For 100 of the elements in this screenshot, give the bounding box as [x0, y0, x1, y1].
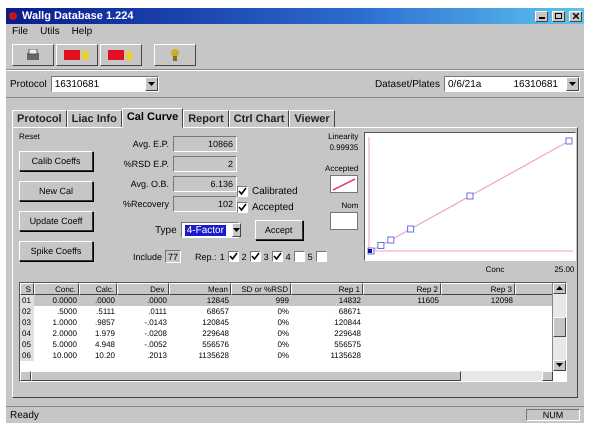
table-cell: 0% — [277, 340, 289, 349]
include-field[interactable]: 77 — [165, 250, 182, 263]
dataset-dropdown[interactable]: 0/6/21a 16310681 — [444, 76, 580, 92]
group-label: Reset — [19, 132, 40, 141]
table-cell: 06 — [22, 351, 31, 360]
table-cell: 1135628 — [198, 351, 229, 360]
linearity-label: Linearity — [328, 132, 358, 141]
window-title: Wallg Database 1.224 — [22, 10, 134, 22]
menu-item[interactable]: Help — [72, 26, 92, 39]
status-message: Ready — [10, 410, 40, 420]
column-header[interactable]: Rep 1 — [291, 283, 363, 295]
action-button[interactable]: Update Coeff — [19, 211, 93, 231]
column-header[interactable]: Dev. — [117, 283, 169, 295]
accept-button[interactable]: Accept — [254, 220, 303, 240]
table-cell: 0% — [277, 307, 289, 316]
action-button[interactable]: Calib Coeffs — [19, 151, 93, 171]
column-header[interactable]: Rep 3 — [441, 283, 515, 295]
table-cell: 12845 — [206, 296, 229, 305]
table-cell: .0111 — [148, 307, 167, 316]
rep-label: 2 — [242, 252, 247, 262]
table-cell: 10.20 — [94, 351, 115, 360]
axis-value: 25.00 — [554, 265, 574, 274]
field-label: Avg. O.B. — [130, 179, 169, 189]
protocol-dropdown[interactable]: 16310681 — [50, 76, 159, 92]
linearity-value: 0.99935 — [329, 143, 358, 152]
column-header[interactable]: Conc. — [34, 283, 79, 295]
rep-label: 4 — [286, 252, 291, 262]
table-cell: 11605 — [417, 296, 439, 305]
table-cell: 229648 — [202, 329, 229, 338]
table-cell: 12098 — [490, 296, 513, 305]
menu-item[interactable]: File — [12, 26, 28, 39]
num-lock-indicator: NUM — [526, 409, 580, 421]
column-header[interactable]: SD or %RSD — [231, 283, 291, 295]
checkbox-label: Calibrated — [252, 186, 298, 197]
table-cell: 0.0000 — [52, 296, 77, 305]
table-cell: 120845 — [202, 318, 229, 327]
table-cell: 04 — [22, 329, 31, 338]
table-cell: 229648 — [334, 329, 361, 338]
table-cell: .0000 — [146, 296, 167, 305]
type-dropdown[interactable]: 4-Factor — [180, 222, 239, 238]
value-field: 102 — [173, 196, 237, 212]
table-cell: 68657 — [206, 307, 229, 316]
table-cell: .9857 — [94, 318, 115, 327]
checkbox-label: Accepted — [252, 202, 294, 213]
legend-label: Nom — [341, 201, 358, 210]
tab[interactable]: Liac Info — [66, 110, 122, 128]
tab[interactable]: Viewer — [289, 110, 335, 128]
column-header[interactable]: Mean — [169, 283, 231, 295]
table-row[interactable]: 04 2.0000 1.979 -.0208 229648 0% 229648 — [20, 328, 553, 339]
menu-item[interactable]: Utils — [40, 26, 60, 39]
action-button[interactable]: New Cal — [19, 181, 93, 201]
table-cell: 03 — [22, 318, 31, 327]
table-cell: .5111 — [96, 307, 115, 316]
axis-label: Conc — [486, 265, 504, 274]
table-cell: 0% — [277, 351, 289, 360]
table-row[interactable]: 05 5.0000 4.948 -.0052 556576 0% 556575 — [20, 339, 553, 350]
table-row[interactable]: 06 10.000 10.20 .2013 1135628 0% 1135628 — [20, 350, 553, 361]
table-cell: 1.0000 — [52, 318, 77, 327]
rep-label: 5 — [308, 252, 313, 262]
table-cell: 0% — [277, 318, 289, 327]
rep-label: 3 — [264, 252, 269, 262]
table-cell: 05 — [22, 340, 31, 349]
field-label: Rep.: — [195, 252, 217, 262]
tab[interactable]: Cal Curve — [122, 108, 184, 128]
action-button[interactable]: Spike Coeffs — [19, 241, 93, 261]
table-cell: 01 — [22, 296, 31, 305]
column-header[interactable]: S — [20, 283, 34, 295]
column-header[interactable]: Rep 2 — [363, 283, 441, 295]
table-cell: 2.0000 — [52, 329, 77, 338]
table-cell: 02 — [22, 307, 31, 316]
table-cell: .5000 — [56, 307, 77, 316]
table-cell: -.0052 — [144, 340, 167, 349]
column-header[interactable]: Calc. — [79, 283, 117, 295]
table-cell: 120844 — [334, 318, 361, 327]
table-cell: 556576 — [202, 340, 229, 349]
tab[interactable]: Ctrl Chart — [228, 110, 290, 128]
value-field: 10866 — [173, 136, 237, 152]
field-label: %RSD E.P. — [122, 159, 169, 169]
field-label: Include — [133, 252, 162, 262]
field-label: Protocol — [10, 78, 47, 90]
table-row[interactable]: 03 1.0000 .9857 -.0143 120845 0% 120844 — [20, 317, 553, 328]
tab[interactable]: Report — [183, 110, 229, 128]
table-cell: 1.979 — [94, 329, 115, 338]
table-cell: 556575 — [334, 340, 361, 349]
field-label: Avg. E.P. — [132, 139, 169, 149]
table-cell: 5.0000 — [52, 340, 77, 349]
table-row[interactable]: 02 .5000 .5111 .0111 68657 0% 68671 — [20, 306, 553, 317]
table-cell: -.0143 — [144, 318, 167, 327]
table-cell: 999 — [276, 296, 289, 305]
table-row[interactable]: 01 0.0000 .0000 .0000 12845 999 14832 11605 12098 — [20, 295, 553, 306]
value-field: 6.136 — [173, 176, 237, 192]
table-cell: .2013 — [146, 351, 167, 360]
table-cell: .0000 — [94, 296, 115, 305]
table-cell: 68671 — [338, 307, 361, 316]
field-label: Dataset/Plates — [374, 78, 440, 90]
table-cell: 1135628 — [330, 351, 361, 360]
table-cell: -.0208 — [144, 329, 167, 338]
table-cell: 10.000 — [52, 351, 77, 360]
tab[interactable]: Protocol — [12, 110, 67, 128]
rep-label: 1 — [220, 252, 225, 262]
